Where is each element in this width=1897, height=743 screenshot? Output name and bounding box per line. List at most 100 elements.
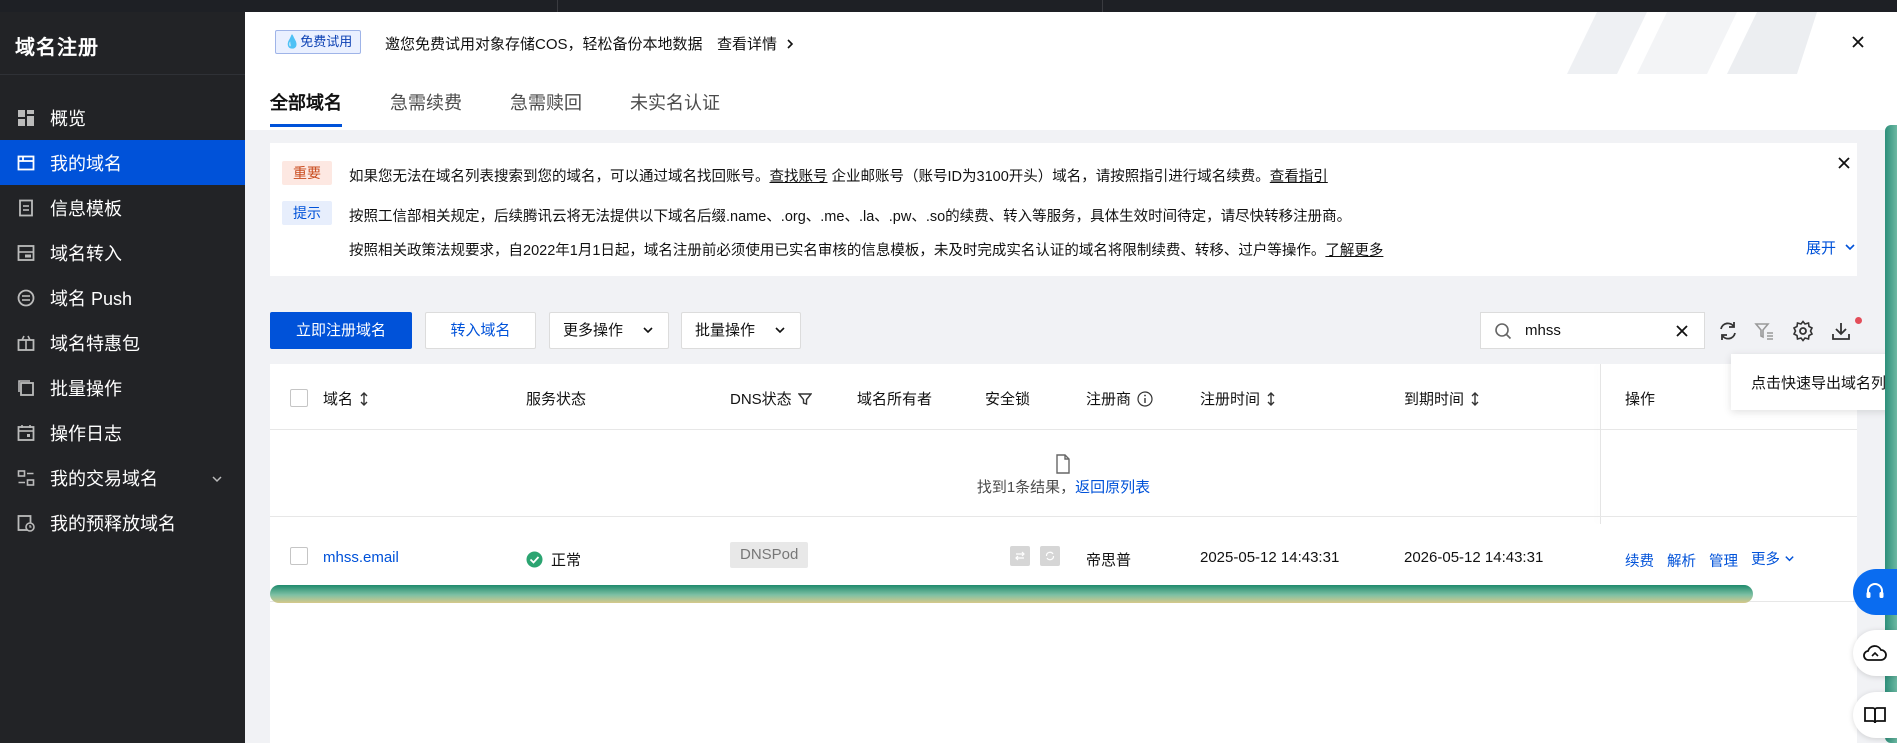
cloud-icon	[1863, 645, 1887, 661]
tab-all-domains[interactable]: 全部域名	[270, 89, 342, 115]
customer-service-button[interactable]	[1853, 569, 1897, 615]
search-icon	[1495, 323, 1512, 340]
tab-unverified[interactable]: 未实名认证	[630, 89, 720, 115]
learn-more-link[interactable]: 了解更多	[1325, 243, 1383, 259]
close-icon[interactable]	[1848, 32, 1868, 52]
manage-link[interactable]: 管理	[1709, 550, 1738, 571]
promo-decoration	[1567, 12, 1817, 74]
table-header: 域名 服务状态 DNS状态 域名所有者 安全锁 注册商 注册时间 到期时间 操作	[270, 364, 1857, 430]
more-operations-label: 更多操作	[563, 322, 624, 339]
cloud-assistant-button[interactable]	[1853, 630, 1897, 676]
column-owner: 域名所有者	[857, 391, 933, 408]
headset-icon	[1866, 583, 1884, 598]
main-content: 💧免费试用 邀您免费试用对象存储COS，轻松备份本地数据 查看详情 全部域名 急…	[245, 12, 1897, 743]
tab-redeem-urgent[interactable]: 急需赎回	[510, 89, 582, 115]
column-domain[interactable]: 域名	[323, 388, 369, 409]
select-all-checkbox[interactable]	[290, 389, 308, 407]
book-icon	[1864, 707, 1886, 724]
sidebar-item-label: 域名 Push	[50, 288, 133, 309]
documentation-button[interactable]	[1853, 692, 1897, 738]
chevron-down-icon	[775, 327, 785, 334]
expire-time-cell: 2026-05-12 14:43:31	[1404, 549, 1544, 566]
horizontal-scrollbar[interactable]	[270, 585, 1753, 603]
promo-details-link[interactable]: 查看详情	[717, 33, 795, 54]
free-trial-badge: 💧免费试用	[275, 30, 362, 54]
settings-gear-icon[interactable]	[1791, 319, 1815, 343]
sidebar-item-trade-domains[interactable]: 我的交易域名	[0, 455, 245, 500]
sidebar-item-label: 我的预释放域名	[50, 513, 176, 534]
sidebar-divider	[0, 74, 245, 75]
column-expire-time[interactable]: 到期时间	[1404, 388, 1480, 409]
more-operations-dropdown[interactable]: 更多操作	[549, 312, 669, 349]
chevron-down-icon	[1785, 556, 1794, 562]
check-circle-icon	[526, 551, 543, 568]
domain-name-link[interactable]: mhss.email	[323, 549, 399, 566]
tip-notice-2: 按照相关政策法规要求，自2022年1月1日起，域名注册前必须使用已实名审核的信息…	[349, 239, 1383, 260]
tab-renew-urgent[interactable]: 急需续费	[390, 89, 462, 115]
expand-notice-button[interactable]: 展开	[1806, 237, 1856, 258]
filter-clear-icon[interactable]	[1753, 319, 1777, 343]
reg-time-cell: 2025-05-12 14:43:31	[1200, 549, 1340, 566]
view-guide-link[interactable]: 查看指引	[1270, 169, 1328, 185]
sidebar-item-label: 我的域名	[50, 153, 122, 174]
resolve-link[interactable]: 解析	[1667, 550, 1696, 571]
sort-icon	[1471, 391, 1479, 406]
sidebar-item-transfer-in[interactable]: 域名转入	[0, 230, 245, 275]
sidebar-item-label: 信息模板	[50, 198, 122, 219]
transfer-domain-button[interactable]: 转入域名	[425, 312, 536, 349]
refresh-icon[interactable]	[1716, 319, 1740, 343]
notice-close-icon[interactable]	[1834, 153, 1854, 173]
search-input[interactable]: mhss	[1480, 312, 1705, 349]
more-actions-dropdown[interactable]: 更多	[1751, 548, 1795, 569]
push-icon	[15, 287, 37, 309]
clear-search-icon[interactable]	[1674, 323, 1690, 339]
active-tab-indicator	[270, 124, 342, 127]
column-reg-time[interactable]: 注册时间	[1200, 388, 1276, 409]
chevron-right-icon	[787, 39, 794, 49]
sidebar-item-overview[interactable]: 概览	[0, 95, 245, 140]
batch-icon	[15, 377, 37, 399]
sidebar-item-batch[interactable]: 批量操作	[0, 365, 245, 410]
free-trial-badge-label: 免费试用	[300, 34, 353, 49]
download-icon[interactable]	[1829, 319, 1853, 343]
sidebar-item-my-domains[interactable]: 我的域名	[0, 140, 245, 185]
search-value: mhss	[1525, 322, 1561, 339]
domain-icon	[15, 152, 37, 174]
column-registrar: 注册商	[1086, 388, 1153, 409]
sidebar-item-pre-release[interactable]: 我的预释放域名	[0, 500, 245, 545]
important-notice: 如果您无法在域名列表搜索到您的域名，可以通过域名找回账号。查找账号 企业邮账号（…	[349, 165, 1328, 186]
sidebar-item-label: 域名特惠包	[50, 333, 140, 354]
chevron-down-icon	[1845, 244, 1855, 251]
search-result-text: 找到1条结果，返回原列表	[270, 476, 1857, 497]
registrar-cell: 帝思普	[1086, 552, 1132, 569]
dashboard-icon	[15, 107, 37, 129]
sidebar-item-label: 域名转入	[50, 243, 122, 264]
batch-operations-dropdown[interactable]: 批量操作	[681, 312, 801, 349]
row-checkbox[interactable]	[290, 547, 308, 565]
column-dns-status[interactable]: DNS状态	[730, 388, 812, 409]
column-dns-label: DNS状态	[730, 391, 792, 408]
notification-dot	[1855, 317, 1862, 324]
register-domain-button[interactable]: 立即注册域名	[270, 312, 412, 349]
dns-status-tag: DNSPod	[730, 542, 809, 568]
transfer-in-icon	[15, 242, 37, 264]
renew-link[interactable]: 续费	[1625, 550, 1654, 571]
sidebar-item-label: 概览	[50, 108, 86, 129]
sidebar-item-logs[interactable]: 操作日志	[0, 410, 245, 455]
search-result-row: 找到1条结果，返回原列表	[270, 430, 1857, 517]
sidebar-item-discount-package[interactable]: 域名特惠包	[0, 320, 245, 365]
column-security-lock: 安全锁	[985, 391, 1031, 408]
sidebar-item-label: 操作日志	[50, 423, 122, 444]
service-status: 正常	[526, 549, 581, 570]
sidebar: 域名注册 概览 我的域名 信息模板 域名转入 域名 Push 域名特惠包 批量操…	[0, 12, 245, 743]
sidebar-item-push[interactable]: 域名 Push	[0, 275, 245, 320]
sidebar-item-templates[interactable]: 信息模板	[0, 185, 245, 230]
window-top-strip	[0, 0, 1897, 12]
sidebar-item-label: 批量操作	[50, 378, 122, 399]
drop-icon: 💧	[284, 34, 301, 49]
calendar-icon	[15, 422, 37, 444]
info-icon[interactable]	[1137, 390, 1153, 407]
back-to-list-link[interactable]: 返回原列表	[1075, 479, 1150, 496]
find-account-link[interactable]: 查找账号	[770, 169, 828, 185]
gift-icon	[15, 332, 37, 354]
